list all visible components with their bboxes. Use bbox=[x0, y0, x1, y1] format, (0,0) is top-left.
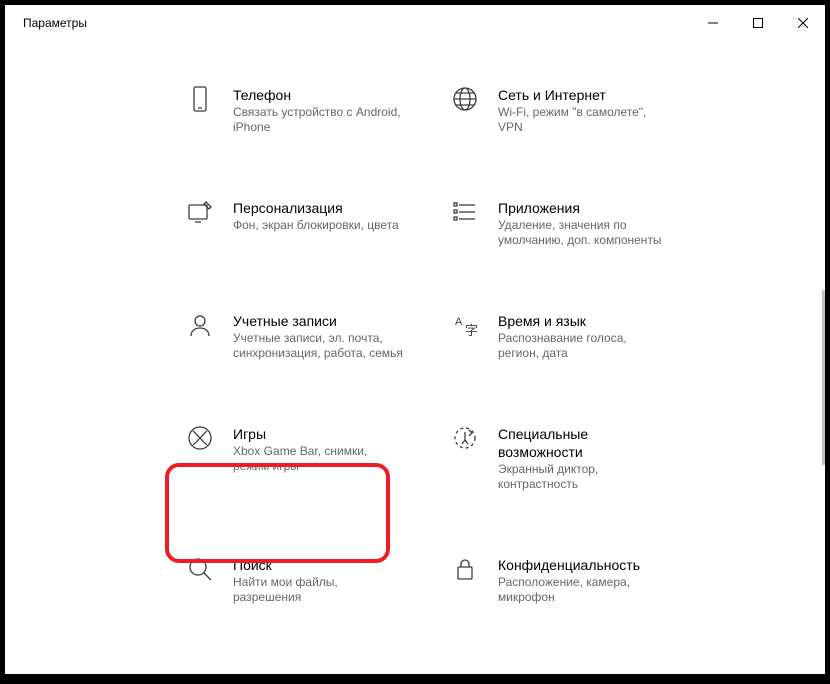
category-gaming[interactable]: Игры Xbox Game Bar, снимки, режим игры bbox=[185, 423, 405, 492]
category-search[interactable]: Поиск Найти мои файлы, разрешения bbox=[185, 554, 405, 605]
category-privacy[interactable]: Конфиденциальность Расположение, камера,… bbox=[450, 554, 670, 605]
scrollbar-thumb[interactable] bbox=[822, 290, 825, 465]
window-title: Параметры bbox=[23, 16, 87, 30]
categories-grid: Телефон Связать устройство с Android, iP… bbox=[185, 84, 705, 605]
minimize-button[interactable] bbox=[690, 8, 735, 38]
category-phone[interactable]: Телефон Связать устройство с Android, iP… bbox=[185, 84, 405, 135]
lock-icon bbox=[450, 554, 480, 584]
category-title: Телефон bbox=[233, 86, 403, 104]
settings-window: Параметры Телефон Связать устройство с A… bbox=[5, 5, 825, 674]
xbox-icon bbox=[185, 423, 215, 453]
category-time-language[interactable]: A字 Время и язык Распознавание голоса, ре… bbox=[450, 310, 670, 361]
category-desc: Найти мои файлы, разрешения bbox=[233, 575, 403, 605]
close-icon bbox=[798, 18, 808, 28]
category-apps[interactable]: Приложения Удаление, значения по умолчан… bbox=[450, 197, 670, 248]
content-area: Телефон Связать устройство с Android, iP… bbox=[5, 40, 825, 674]
category-title: Сеть и Интернет bbox=[498, 86, 668, 104]
close-button[interactable] bbox=[780, 8, 825, 38]
category-desc: Расположение, камера, микрофон bbox=[498, 575, 668, 605]
minimize-icon bbox=[708, 18, 718, 28]
window-controls bbox=[690, 8, 825, 38]
personalization-icon bbox=[185, 197, 215, 227]
category-desc: Связать устройство с Android, iPhone bbox=[233, 105, 403, 135]
maximize-icon bbox=[753, 18, 763, 28]
svg-text:字: 字 bbox=[465, 323, 478, 338]
category-accounts[interactable]: Учетные записи Учетные записи, эл. почта… bbox=[185, 310, 405, 361]
svg-text:A: A bbox=[455, 316, 463, 328]
category-desc: Wi-Fi, режим "в самолете", VPN bbox=[498, 105, 668, 135]
category-desc: Распознавание голоса, регион, дата bbox=[498, 331, 668, 361]
category-title: Конфиденциальность bbox=[498, 556, 668, 574]
category-title: Учетные записи bbox=[233, 312, 403, 330]
search-icon bbox=[185, 554, 215, 584]
person-icon bbox=[185, 310, 215, 340]
globe-icon bbox=[450, 84, 480, 114]
maximize-button[interactable] bbox=[735, 8, 780, 38]
titlebar: Параметры bbox=[5, 5, 825, 40]
phone-icon bbox=[185, 84, 215, 114]
category-desc: Удаление, значения по умолчанию, доп. ко… bbox=[498, 218, 668, 248]
category-desc: Xbox Game Bar, снимки, режим игры bbox=[233, 444, 403, 474]
category-desc: Фон, экран блокировки, цвета bbox=[233, 218, 399, 233]
category-desc: Учетные записи, эл. почта, синхронизация… bbox=[233, 331, 403, 361]
category-ease-of-access[interactable]: Специальные возможности Экранный диктор,… bbox=[450, 423, 670, 492]
category-title: Время и язык bbox=[498, 312, 668, 330]
category-personalization[interactable]: Персонализация Фон, экран блокировки, цв… bbox=[185, 197, 405, 248]
category-desc: Экранный диктор, контрастность bbox=[498, 462, 668, 492]
language-icon: A字 bbox=[450, 310, 480, 340]
category-title: Игры bbox=[233, 425, 403, 443]
accessibility-icon bbox=[450, 423, 480, 453]
apps-icon bbox=[450, 197, 480, 227]
category-title: Поиск bbox=[233, 556, 403, 574]
category-title: Персонализация bbox=[233, 199, 399, 217]
category-network[interactable]: Сеть и Интернет Wi-Fi, режим "в самолете… bbox=[450, 84, 670, 135]
category-title: Приложения bbox=[498, 199, 668, 217]
category-title: Специальные возможности bbox=[498, 425, 668, 461]
